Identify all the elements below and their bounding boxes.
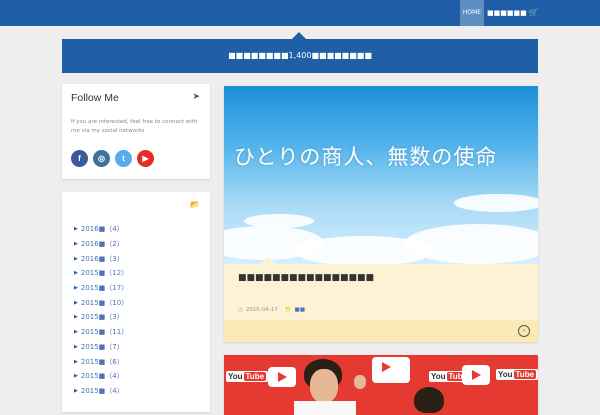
caret-right-icon: ▶ (74, 226, 78, 233)
play-icon (268, 367, 296, 387)
caret-right-icon: ▶ (74, 343, 78, 350)
caret-right-icon: ▶ (74, 373, 78, 380)
caret-right-icon: ▶ (74, 358, 78, 365)
social-links: f ◎ t ▶ (71, 150, 154, 167)
person-hair (414, 387, 444, 413)
archive-list: ▶ 2016■（4） ▶ 2016■（2） ▶ 2016■（3） ▶ 2015■（12） ▶ 20… (74, 222, 128, 398)
second-post-thumbnail[interactable]: You Tube You Tube You Tube (224, 355, 538, 415)
follow-me-widget: Follow Me ➤ If you are interested, feel … (62, 84, 210, 179)
archive-item[interactable]: ▶ 2015■（10） (74, 295, 128, 310)
archive-item-label: 2016■（4） (80, 225, 124, 234)
post-summary: ■■■■■■■■■■■■■■■■ ◷ 2016-04-17 📁 ■■ › (224, 264, 538, 342)
archive-item[interactable]: ▶ 2016■（3） (74, 251, 128, 266)
caret-right-icon: ▶ (74, 299, 78, 306)
caret-right-icon: ▶ (74, 270, 78, 277)
archive-item-label: 2015■（3） (80, 313, 124, 322)
post-notch (261, 257, 275, 264)
person-shirt (294, 401, 356, 415)
play-icon (372, 357, 410, 383)
archive-item[interactable]: ▶ 2016■（4） (74, 222, 128, 237)
post-thumbnail[interactable]: ひとりの商人、無数の使命 (224, 86, 538, 268)
archive-item-label: 2015■（7） (80, 342, 124, 351)
thumbnail-caption: ひとりの商人、無数の使命 (234, 145, 498, 169)
archive-item-label: 2015■（6） (80, 357, 124, 366)
play-icon (462, 365, 490, 385)
post-footer: › (224, 320, 538, 342)
youtube-logo: You Tube (496, 369, 538, 380)
folder-open-icon: 📂 (190, 200, 200, 209)
archive-item[interactable]: ▶ 2015■（17） (74, 281, 128, 296)
banner-notch (292, 32, 306, 39)
archive-item[interactable]: ▶ 2016■（2） (74, 237, 128, 252)
archive-item[interactable]: ▶ 2015■（12） (74, 266, 128, 281)
folder-icon: 📁 (284, 307, 292, 313)
youtube-logo: You Tube (226, 371, 269, 382)
archive-item[interactable]: ▶ 2015■（11） (74, 325, 128, 340)
archive-item[interactable]: ▶ 2015■（4） (74, 369, 128, 384)
archive-item[interactable]: ▶ 2015■（7） (74, 340, 128, 355)
twitter-icon[interactable]: t (115, 150, 132, 167)
cart-icon: 🛒 (528, 8, 539, 17)
archive-item-label: 2015■（4） (80, 386, 124, 395)
archive-item-label: 2015■（10） (80, 298, 129, 307)
archive-item-label: 2016■（3） (80, 254, 124, 263)
widget-title: Follow Me (71, 92, 119, 104)
caret-right-icon: ▶ (74, 285, 78, 292)
caret-right-icon: ▶ (74, 387, 78, 394)
nav-menu-label: ■■■■■■ (487, 9, 527, 17)
instagram-icon[interactable]: ◎ (93, 150, 110, 167)
raised-hand (354, 375, 366, 389)
clock-icon: ◷ (238, 307, 243, 313)
archive-item-label: 2015■（17） (80, 284, 129, 293)
featured-post-card[interactable]: ひとりの商人、無数の使命 ■■■■■■■■■■■■■■■■ ◷ 2016-04-… (224, 86, 538, 342)
archive-widget: 📂 ▶ 2016■（4） ▶ 2016■（2） ▶ 2016■（3） ▶ 2015■（12） ▶… (62, 192, 210, 412)
archive-item[interactable]: ▶ 2015■（4） (74, 384, 128, 399)
post-title[interactable]: ■■■■■■■■■■■■■■■■ (238, 273, 374, 283)
archive-item-label: 2015■（12） (80, 269, 129, 278)
caret-right-icon: ▶ (74, 329, 78, 336)
caret-right-icon: ▶ (74, 314, 78, 321)
caret-right-icon: ▶ (74, 241, 78, 248)
post-date: 2016-04-17 (245, 307, 278, 313)
youtube-icon[interactable]: ▶ (137, 150, 154, 167)
archive-item[interactable]: ▶ 2015■（3） (74, 310, 128, 325)
archive-item-label: 2015■（4） (80, 372, 124, 381)
caret-right-icon: ▶ (74, 255, 78, 262)
person-face (310, 369, 338, 403)
top-nav-bar: HOME ■■■■■■ 🛒 (0, 0, 600, 26)
archive-item-label: 2015■（11） (80, 328, 129, 337)
banner-text: ■■■■■■■■1,400■■■■■■■■ (228, 51, 372, 60)
facebook-icon[interactable]: f (71, 150, 88, 167)
post-category[interactable]: ■■ (295, 307, 305, 313)
chevron-right-circle-icon[interactable]: › (518, 325, 530, 337)
nav-menu-link[interactable]: ■■■■■■ 🛒 (487, 0, 539, 26)
rocket-icon: ➤ (192, 92, 200, 102)
follow-description: If you are interested, feel free to conn… (71, 119, 198, 134)
site-banner: ■■■■■■■■1,400■■■■■■■■ (62, 39, 538, 73)
post-meta: ◷ 2016-04-17 📁 ■■ (238, 305, 305, 315)
archive-item[interactable]: ▶ 2015■（6） (74, 354, 128, 369)
nav-home-link[interactable]: HOME (460, 0, 484, 26)
archive-item-label: 2016■（2） (80, 240, 124, 249)
